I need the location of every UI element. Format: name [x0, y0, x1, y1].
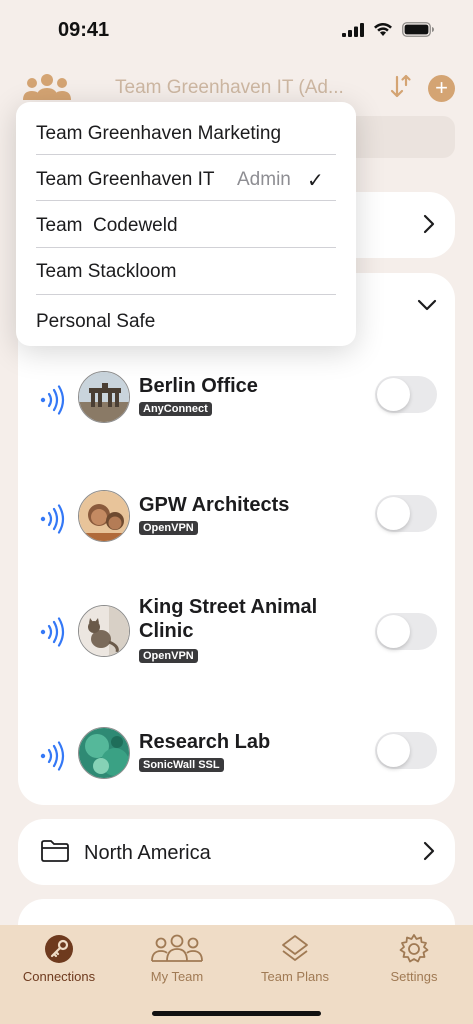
protocol-badge: OpenVPN	[139, 649, 198, 663]
team-switcher-menu: Team Greenhaven Marketing Team Greenhave…	[16, 102, 356, 346]
king-street-avatar	[78, 605, 130, 657]
tab-icon-wrap	[355, 933, 473, 965]
menu-item-label: Team Greenhaven IT	[36, 169, 215, 190]
berlin-office-avatar	[78, 371, 130, 423]
toggle-knob	[377, 615, 410, 648]
connection-toggle[interactable]	[375, 613, 437, 650]
gpw-architects-avatar	[78, 490, 130, 542]
connection-name: Berlin Office	[139, 375, 258, 397]
cellular-signal-icon	[342, 22, 364, 37]
menu-divider	[36, 200, 336, 201]
connection-row[interactable]: King Street Animal Clinic OpenVPN	[18, 595, 455, 695]
chevron-down-icon[interactable]	[417, 299, 437, 311]
key-icon	[45, 935, 73, 963]
tab-settings[interactable]: Settings	[355, 925, 473, 995]
wireless-signal-icon	[40, 617, 65, 647]
wireless-signal-icon	[40, 385, 65, 415]
connection-toggle[interactable]	[375, 732, 437, 769]
role-label: Admin	[237, 169, 291, 190]
connection-row[interactable]: GPW Architects OpenVPN	[18, 487, 455, 567]
tab-my-team[interactable]: My Team	[118, 925, 236, 995]
tab-label: My Team	[150, 969, 204, 984]
status-icons	[342, 22, 435, 37]
tab-bar: Connections My Team Team Plans Settings	[0, 925, 473, 1024]
menu-divider	[36, 294, 336, 295]
menu-item-personal-safe[interactable]: Personal Safe	[36, 298, 335, 344]
folder-row-content: North America	[18, 819, 455, 885]
connections-group-card: Berlin Office AnyConnect GPW Architects …	[18, 273, 455, 805]
tab-label: Team Plans	[261, 969, 329, 984]
menu-item-team-greenhaven-it[interactable]: Team Greenhaven IT Admin ✓	[36, 156, 335, 202]
tab-connections[interactable]: Connections	[0, 925, 118, 995]
status-time: 09:41	[58, 19, 110, 41]
wireless-signal-icon	[40, 741, 65, 771]
connection-row[interactable]: Research Lab SonicWall SSL	[18, 724, 455, 804]
folder-row-north-america[interactable]: North America	[18, 819, 455, 885]
tab-icon-wrap	[236, 933, 354, 965]
tab-label: Connections	[22, 969, 96, 984]
home-indicator[interactable]	[152, 1011, 321, 1016]
folder-label: North America	[84, 842, 211, 864]
chevron-right-icon	[423, 214, 435, 234]
nav-team-title[interactable]: Team Greenhaven IT (Ad...	[115, 77, 344, 99]
team-icon	[151, 934, 203, 962]
connection-name: Research Lab	[139, 731, 271, 753]
folder-icon	[41, 840, 69, 862]
gear-icon	[399, 934, 429, 963]
connection-toggle[interactable]	[375, 495, 437, 532]
menu-item-team-greenhaven-marketing[interactable]: Team Greenhaven Marketing	[36, 110, 335, 156]
menu-item-label: Team Stackloom	[36, 261, 177, 282]
tab-icon-wrap	[0, 933, 118, 965]
protocol-badge: OpenVPN	[139, 521, 198, 535]
protocol-badge: SonicWall SSL	[139, 758, 224, 772]
toggle-knob	[377, 378, 410, 411]
wifi-status-icon	[374, 22, 392, 36]
tab-team-plans[interactable]: Team Plans	[236, 925, 354, 995]
battery-icon	[402, 22, 434, 37]
add-connection-button[interactable]: +	[428, 75, 455, 102]
connection-toggle[interactable]	[375, 376, 437, 413]
connection-row[interactable]: Berlin Office AnyConnect	[18, 368, 455, 448]
toggle-knob	[377, 497, 410, 530]
wireless-signal-icon	[40, 504, 65, 534]
menu-item-label: Team Greenhaven Marketing	[36, 123, 282, 144]
sort-icon[interactable]	[389, 74, 413, 105]
plus-icon: +	[435, 75, 448, 100]
connection-name: King Street Animal Clinic	[139, 596, 318, 642]
tab-label: Settings	[390, 969, 438, 984]
layers-icon	[282, 935, 308, 961]
tab-icon-wrap	[118, 933, 236, 965]
menu-item-label: Personal Safe	[36, 311, 156, 332]
menu-item-team-codeweld[interactable]: Team Codeweld	[36, 202, 335, 248]
protocol-badge: AnyConnect	[139, 402, 212, 416]
menu-item-team-stackloom[interactable]: Team Stackloom	[36, 248, 335, 294]
chevron-right-icon	[423, 841, 435, 861]
status-bar: 09:41	[0, 0, 473, 60]
research-lab-avatar	[78, 727, 130, 779]
toggle-knob	[377, 734, 410, 767]
checkmark-icon: ✓	[307, 170, 324, 192]
menu-divider	[36, 154, 336, 155]
menu-item-label: Team Codeweld	[36, 215, 178, 236]
connection-name: GPW Architects	[139, 494, 290, 516]
